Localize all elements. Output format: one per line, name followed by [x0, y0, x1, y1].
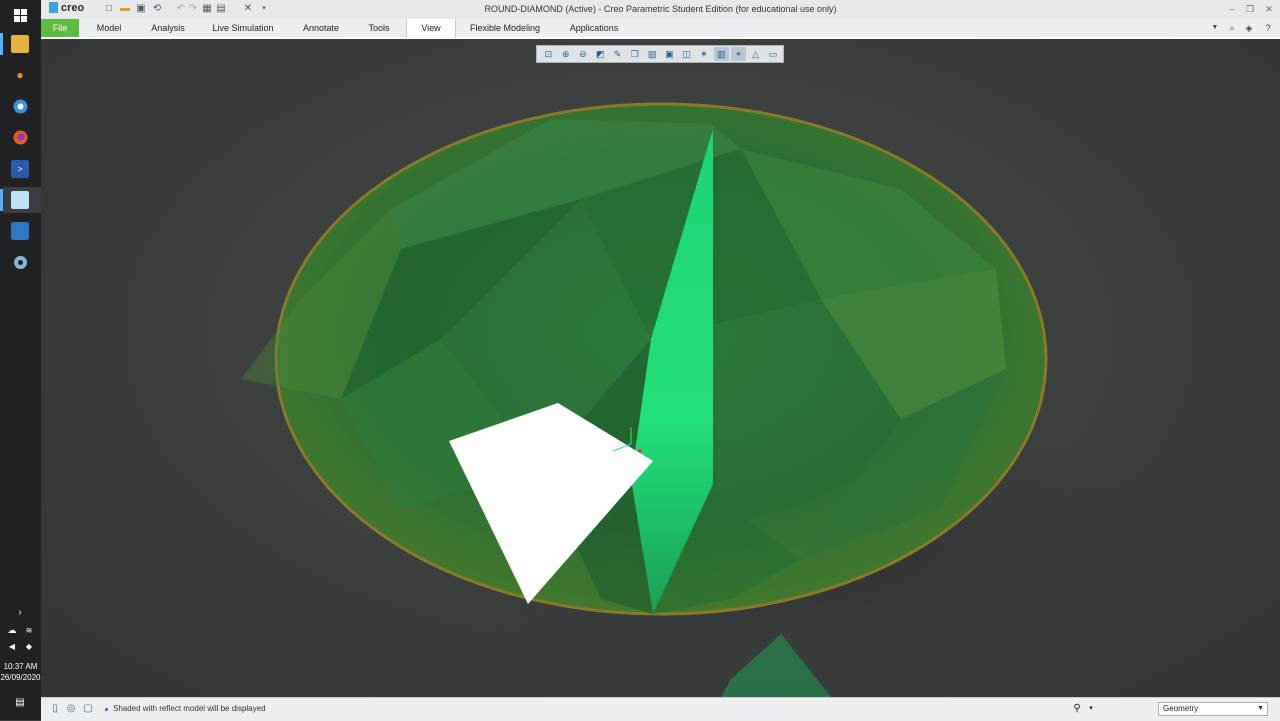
- selection-filter[interactable]: Geometry ▼: [1158, 702, 1268, 716]
- help-icon[interactable]: ?: [1262, 22, 1274, 34]
- tab-tools[interactable]: Tools: [359, 19, 399, 37]
- spin-center-toggle-icon[interactable]: ⌖: [731, 47, 746, 61]
- command-search-icon[interactable]: ⌕: [1226, 22, 1238, 34]
- dropbox-icon[interactable]: ◆: [22, 637, 36, 655]
- taskbar-active-indicator: [0, 33, 3, 55]
- windows-start-icon[interactable]: [11, 6, 29, 24]
- zoom-in-icon[interactable]: ⊕: [558, 47, 573, 61]
- graphics-area[interactable]: ⊡ ⊕ ⊖ ◩ ✎ ❒ ▧ ▣ ◫ ✶ ▥ ⌖ △ ▭: [41, 39, 1280, 697]
- display-style-icon[interactable]: ▣: [662, 47, 677, 61]
- windows-taskbar: ● > › ☁ ≋ ◀ ◆ 10:37 AM 26/09/2020 ▤: [0, 0, 41, 720]
- photos-icon[interactable]: [11, 222, 29, 240]
- firefox-icon[interactable]: [11, 128, 29, 146]
- in-graphics-toolbar: ⊡ ⊕ ⊖ ◩ ✎ ❒ ▧ ▣ ◫ ✶ ▥ ⌖ △ ▭: [536, 45, 784, 63]
- blender-icon[interactable]: ●: [11, 66, 29, 84]
- minimize-icon[interactable]: –: [1225, 3, 1239, 15]
- zoom-out-icon[interactable]: ⊖: [576, 47, 591, 61]
- status-bar: ▯ ◎ ▢ Shaded with reflect model will be …: [41, 697, 1280, 721]
- creo-taskbar-icon[interactable]: [11, 191, 29, 209]
- view-manager-icon[interactable]: ▧: [645, 47, 660, 61]
- tab-model[interactable]: Model: [86, 19, 132, 37]
- tab-file[interactable]: File: [41, 19, 79, 37]
- browser-toggle-icon[interactable]: ◎: [65, 703, 77, 715]
- repaint-icon[interactable]: ◩: [593, 47, 608, 61]
- powershell-icon[interactable]: >: [11, 160, 29, 178]
- diamond-model[interactable]: [41, 39, 1280, 697]
- saved-orientations-icon[interactable]: ❒: [627, 47, 642, 61]
- appearance-icon[interactable]: ▭: [766, 47, 781, 61]
- selection-filter-value: Geometry: [1163, 704, 1199, 713]
- tab-applications[interactable]: Applications: [559, 19, 629, 37]
- tab-live-simulation[interactable]: Live Simulation: [205, 19, 281, 37]
- perspective-icon[interactable]: ◫: [679, 47, 694, 61]
- triad-z-axis: [638, 449, 642, 453]
- tab-view[interactable]: View: [406, 19, 456, 38]
- status-dot: [105, 708, 108, 711]
- annotation-display-icon[interactable]: ▥: [713, 47, 729, 61]
- tab-flexible-modeling[interactable]: Flexible Modeling: [465, 19, 545, 37]
- speaker-icon[interactable]: ◀: [5, 637, 19, 655]
- datum-display-icon[interactable]: ✶: [697, 47, 712, 61]
- file-explorer-icon[interactable]: [11, 35, 29, 53]
- navigator-icon[interactable]: ▯: [49, 703, 61, 715]
- ribbon-collapse-icon[interactable]: ▼: [1209, 22, 1221, 34]
- ribbon-tabs: File Model Analysis Live Simulation Anno…: [41, 19, 1280, 39]
- taskbar-date[interactable]: 26/09/2020: [0, 672, 41, 683]
- spin-center-icon[interactable]: ✎: [610, 47, 625, 61]
- title-bar: creo □ ▬ ▣ ⟲ ↶ ↷ ▦ ▤ ✕ ▾ ROUND-DIAMOND (…: [41, 0, 1280, 19]
- section-icon[interactable]: △: [748, 47, 763, 61]
- notification-icon[interactable]: ▤: [11, 693, 29, 711]
- refit-icon[interactable]: ⊡: [541, 47, 556, 61]
- close-icon[interactable]: ✕: [1262, 3, 1276, 15]
- tab-annotate[interactable]: Annotate: [295, 19, 347, 37]
- full-screen-icon[interactable]: ▢: [82, 703, 94, 715]
- find-dropdown-icon[interactable]: ▾: [1085, 703, 1097, 715]
- status-message: Shaded with reflect model will be displa…: [113, 704, 266, 713]
- window-title: ROUND-DIAMOND (Active) - Creo Parametric…: [484, 4, 837, 14]
- find-icon[interactable]: ⚲: [1071, 703, 1083, 715]
- ptc-learning-icon[interactable]: ◈: [1243, 22, 1255, 34]
- chevron-right-icon[interactable]: ›: [11, 603, 29, 621]
- browser-icon[interactable]: [11, 97, 29, 115]
- settings-app-icon[interactable]: [11, 253, 29, 271]
- tab-analysis[interactable]: Analysis: [143, 19, 193, 37]
- restore-icon[interactable]: ❐: [1243, 3, 1257, 15]
- chevron-down-icon[interactable]: ▼: [1257, 703, 1264, 715]
- taskbar-time[interactable]: 10:37 AM: [0, 661, 41, 672]
